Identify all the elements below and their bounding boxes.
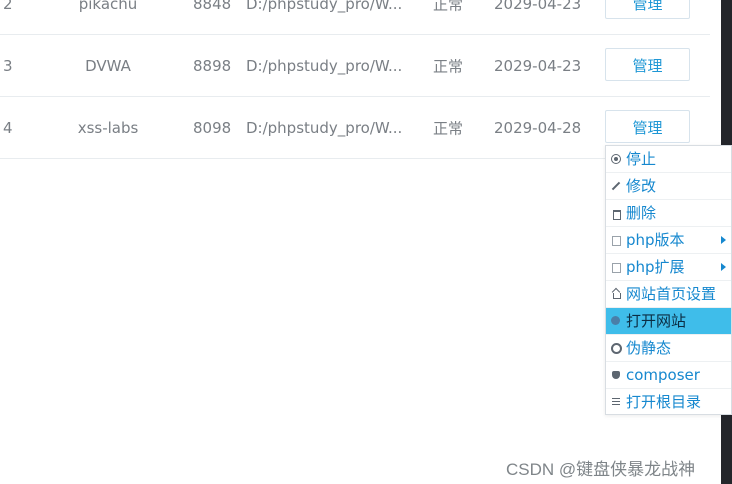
php-extension-icon bbox=[611, 262, 621, 273]
site-table: 2 pikachu 8848 D:/phpstudy_pro/W... 正常 2… bbox=[0, 0, 710, 159]
menu-item-rewrite[interactable]: 伪静态 bbox=[606, 335, 731, 362]
menu-item-open-root-folder[interactable]: 打开根目录 bbox=[606, 389, 731, 416]
menu-item-label: 伪静态 bbox=[626, 339, 672, 357]
site-list-panel: 2 pikachu 8848 D:/phpstudy_pro/W... 正常 2… bbox=[0, 0, 710, 484]
table-row[interactable]: 3 DVWA 8898 D:/phpstudy_pro/W... 正常 2029… bbox=[0, 35, 710, 97]
site-id: 4 bbox=[3, 118, 13, 137]
manage-button[interactable]: 管理 bbox=[605, 110, 690, 143]
table-row[interactable]: 2 pikachu 8848 D:/phpstudy_pro/W... 正常 2… bbox=[0, 0, 710, 35]
menu-item-label: 停止 bbox=[626, 150, 657, 168]
manage-button[interactable]: 管理 bbox=[605, 0, 690, 19]
site-port: 8098 bbox=[193, 118, 232, 137]
site-path: D:/phpstudy_pro/W... bbox=[246, 0, 403, 13]
edit-icon bbox=[611, 181, 621, 191]
menu-item-label: 网站首页设置 bbox=[626, 285, 717, 303]
site-status: 正常 bbox=[433, 0, 464, 13]
site-id: 2 bbox=[3, 0, 13, 13]
site-status: 正常 bbox=[433, 119, 464, 137]
chevron-right-icon bbox=[721, 236, 726, 244]
menu-item-label: php扩展 bbox=[626, 258, 685, 276]
menu-item-php-version[interactable]: php版本 bbox=[606, 227, 731, 254]
watermark: CSDN @键盘侠暴龙战神 bbox=[506, 460, 696, 479]
stop-icon bbox=[611, 154, 621, 164]
table-row[interactable]: 4 xss-labs 8098 D:/phpstudy_pro/W... 正常 … bbox=[0, 97, 710, 159]
menu-item-edit[interactable]: 修改 bbox=[606, 173, 731, 200]
menu-item-label: 修改 bbox=[626, 177, 657, 195]
site-path: D:/phpstudy_pro/W... bbox=[246, 118, 403, 137]
site-date: 2029-04-28 bbox=[494, 118, 582, 137]
manage-button[interactable]: 管理 bbox=[605, 48, 690, 81]
chevron-right-icon bbox=[721, 263, 726, 271]
site-path: D:/phpstudy_pro/W... bbox=[246, 56, 403, 75]
site-id: 3 bbox=[3, 56, 13, 75]
list-icon bbox=[611, 397, 621, 407]
menu-item-label: 打开根目录 bbox=[626, 393, 702, 411]
cycle-icon bbox=[611, 343, 622, 354]
menu-item-php-extension[interactable]: php扩展 bbox=[606, 254, 731, 281]
globe-icon bbox=[611, 316, 621, 326]
site-date: 2029-04-23 bbox=[494, 0, 582, 13]
menu-item-stop[interactable]: 停止 bbox=[606, 146, 731, 173]
delete-icon bbox=[611, 208, 621, 220]
site-name: DVWA bbox=[85, 56, 131, 75]
menu-item-homepage-settings[interactable]: 网站首页设置 bbox=[606, 281, 731, 308]
site-port: 8898 bbox=[193, 56, 232, 75]
menu-item-open-site[interactable]: 打开网站 bbox=[606, 308, 731, 335]
site-name: pikachu bbox=[78, 0, 138, 13]
site-date: 2029-04-23 bbox=[494, 56, 582, 75]
context-menu: 停止 修改 删除 php版本 php扩展 网站首页设置 打开网站 伪静态 com… bbox=[605, 145, 732, 415]
menu-item-label: composer bbox=[626, 366, 700, 384]
menu-item-composer[interactable]: composer bbox=[606, 362, 731, 389]
menu-item-label: 删除 bbox=[626, 204, 657, 222]
menu-item-delete[interactable]: 删除 bbox=[606, 200, 731, 227]
php-version-icon bbox=[611, 235, 621, 246]
menu-item-label: 打开网站 bbox=[626, 312, 687, 330]
composer-icon bbox=[611, 370, 621, 380]
site-port: 8848 bbox=[193, 0, 232, 13]
site-name: xss-labs bbox=[77, 118, 139, 137]
menu-item-label: php版本 bbox=[626, 231, 685, 249]
home-icon bbox=[611, 289, 621, 299]
site-status: 正常 bbox=[433, 57, 464, 75]
